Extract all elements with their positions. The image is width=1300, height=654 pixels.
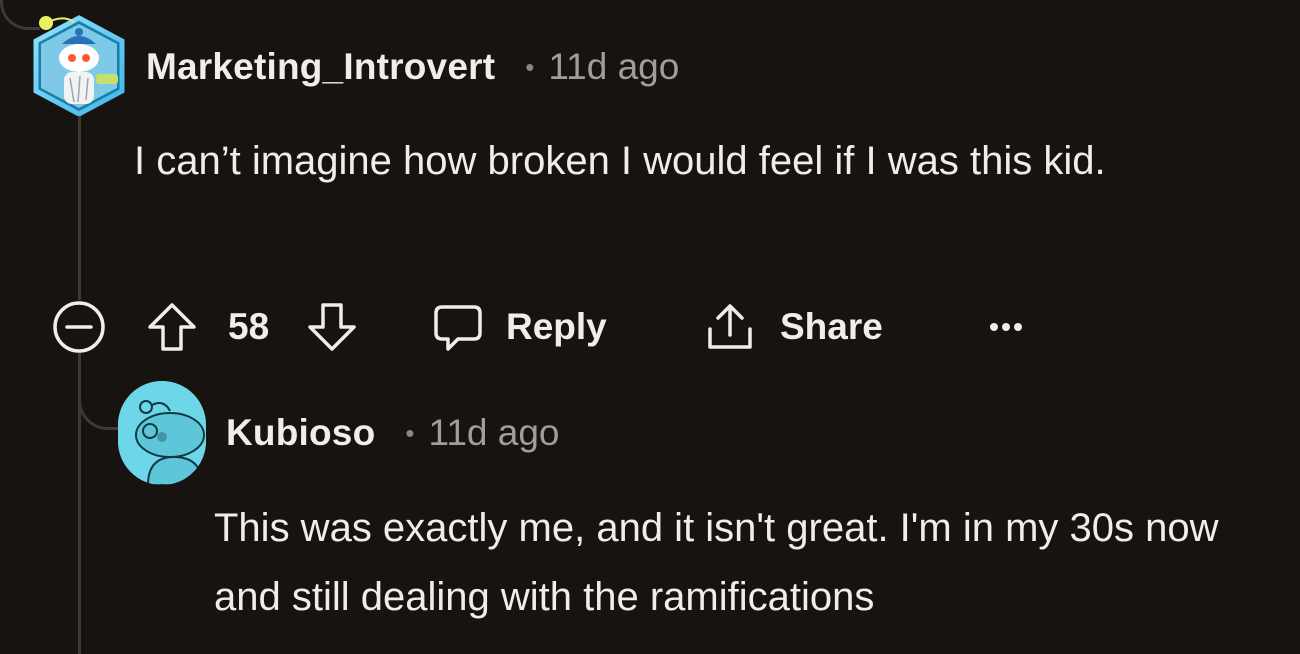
username[interactable]: Marketing_Introvert	[146, 46, 495, 88]
downvote-button[interactable]	[306, 300, 358, 354]
reply-button[interactable]: Reply	[432, 300, 607, 354]
comment-header: Kubioso • 11d ago	[226, 410, 560, 456]
thread-reply-connector	[78, 352, 118, 430]
snoo-hexagon-avatar-icon	[33, 15, 125, 117]
comment-action-bar: 58 Reply Share	[52, 300, 1052, 354]
minus-circle-icon	[53, 301, 105, 353]
share-button[interactable]: Share	[704, 300, 883, 354]
upvote-button[interactable]	[146, 300, 198, 354]
username[interactable]: Kubioso	[226, 412, 375, 454]
timestamp[interactable]: 11d ago	[429, 412, 560, 454]
avatar[interactable]	[118, 381, 206, 485]
vote-score: 58	[228, 306, 270, 347]
more-options-button[interactable]	[986, 300, 1026, 354]
timestamp[interactable]: 11d ago	[548, 46, 679, 88]
collapse-button[interactable]	[52, 300, 106, 354]
thread-line[interactable]	[78, 112, 81, 300]
share-label: Share	[780, 306, 883, 347]
arrow-up-icon	[148, 303, 196, 351]
separator-dot: •	[405, 417, 415, 448]
avatar[interactable]	[30, 14, 128, 117]
share-upload-icon	[708, 304, 752, 349]
separator-dot: •	[525, 51, 535, 82]
arrow-down-icon	[308, 303, 356, 351]
ellipsis-icon	[990, 323, 1022, 331]
comment-header: Marketing_Introvert • 11d ago	[146, 44, 679, 90]
snoo-default-avatar-icon	[118, 381, 206, 485]
reply-label: Reply	[506, 306, 607, 347]
comment-body: I can’t imagine how broken I would feel …	[134, 139, 1106, 183]
comment-body: This was exactly me, and it isn't great.…	[214, 506, 1219, 619]
speech-bubble-icon	[434, 305, 482, 351]
